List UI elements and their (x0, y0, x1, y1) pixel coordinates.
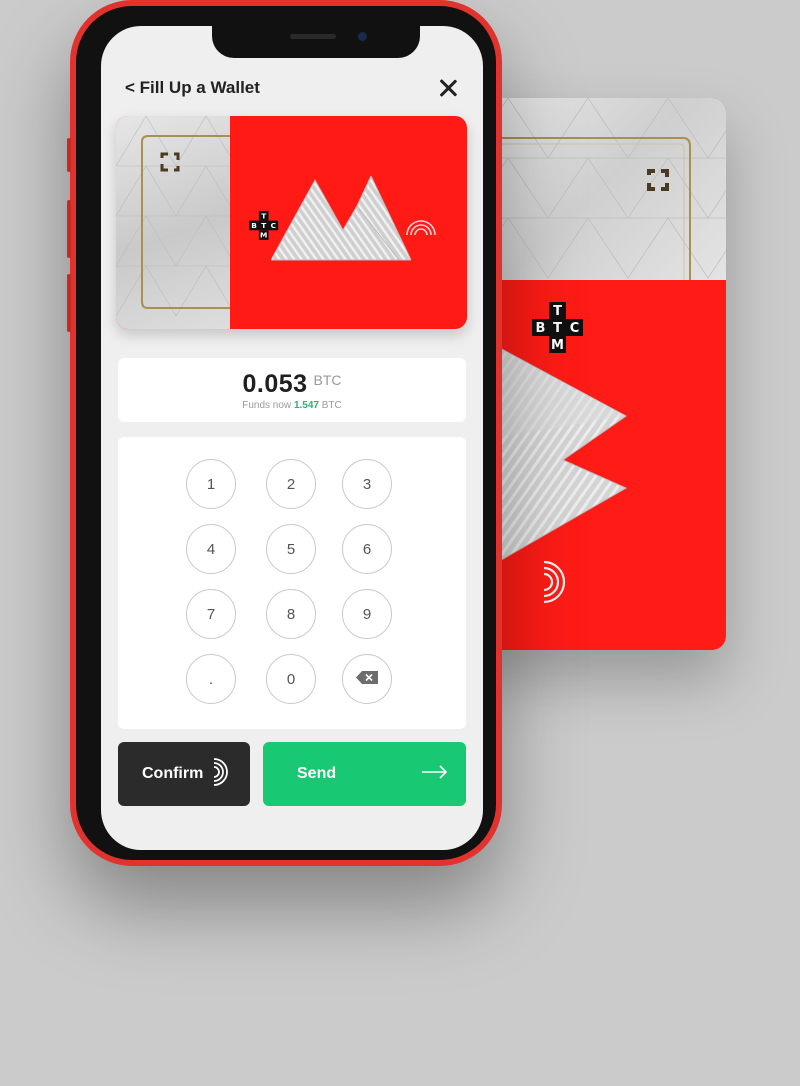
svg-text:B: B (536, 321, 546, 336)
btcm-logo: T B T C M (249, 211, 279, 250)
card-metal-section (116, 116, 231, 329)
nfc-icon (406, 213, 436, 242)
svg-text:M: M (551, 338, 564, 353)
key-0[interactable]: 0 (266, 654, 316, 704)
arrow-right-icon (422, 764, 448, 784)
key-2[interactable]: 2 (266, 459, 316, 509)
key-4[interactable]: 4 (186, 524, 236, 574)
key-7[interactable]: 7 (186, 589, 236, 639)
nfc-icon (540, 560, 570, 609)
funds-value: 1.547 (293, 400, 319, 411)
phone-bezel: < Fill Up a Wallet T B T C M 0.053 BTC F… (76, 6, 496, 860)
send-label: Send (297, 765, 337, 782)
close-icon[interactable] (437, 77, 459, 99)
key-5[interactable]: 5 (266, 524, 316, 574)
app-screen: < Fill Up a Wallet T B T C M 0.053 BTC F… (101, 26, 483, 850)
key-1[interactable]: 1 (186, 459, 236, 509)
funds-prefix: Funds now (242, 400, 292, 411)
header: < Fill Up a Wallet (125, 74, 459, 102)
svg-text:B: B (251, 221, 257, 230)
svg-text:T: T (261, 221, 266, 230)
amount-value: 0.053 (242, 370, 308, 398)
chip-icon (646, 168, 670, 197)
volume-down-button (67, 274, 71, 332)
numeric-keypad: 1 2 3 4 5 6 7 8 9 . 0 (118, 437, 466, 729)
btcm-logo: T B T C M (532, 302, 584, 367)
svg-text:T: T (261, 211, 266, 220)
funds-unit: BTC (321, 400, 342, 411)
amount-display: 0.053 BTC Funds now 1.547 BTC (118, 358, 466, 422)
mountain-logo (270, 174, 412, 267)
back-button[interactable]: < Fill Up a Wallet (125, 78, 260, 98)
svg-text:T: T (553, 304, 562, 319)
key-3[interactable]: 3 (342, 459, 392, 509)
backspace-button[interactable] (342, 654, 392, 704)
phone-notch (212, 26, 420, 58)
svg-text:M: M (260, 231, 267, 240)
backspace-icon (356, 670, 378, 688)
key-decimal[interactable]: . (186, 654, 236, 704)
confirm-button[interactable]: Confirm (118, 742, 250, 806)
nfc-icon (211, 757, 233, 792)
key-9[interactable]: 9 (342, 589, 392, 639)
front-camera (358, 32, 367, 41)
svg-text:T: T (553, 321, 562, 336)
funds-summary: Funds now 1.547 BTC (118, 400, 466, 411)
confirm-label: Confirm (142, 765, 204, 782)
svg-text:C: C (271, 221, 276, 230)
speaker (290, 34, 336, 39)
svg-text:C: C (570, 321, 580, 336)
amount-unit: BTC (313, 372, 342, 388)
mute-switch (67, 138, 71, 172)
key-8[interactable]: 8 (266, 589, 316, 639)
volume-up-button (67, 200, 71, 258)
send-button[interactable]: Send (263, 742, 466, 806)
wallet-card[interactable]: T B T C M (116, 116, 467, 329)
phone-frame: < Fill Up a Wallet T B T C M 0.053 BTC F… (67, 0, 502, 866)
key-6[interactable]: 6 (342, 524, 392, 574)
back-bitcoin-card: T B T C M (468, 98, 726, 650)
